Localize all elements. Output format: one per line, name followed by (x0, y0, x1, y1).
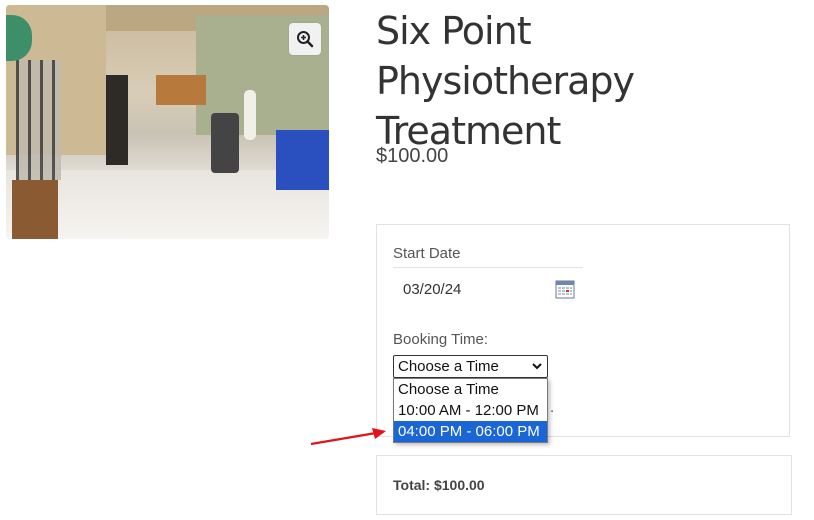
booking-time-select[interactable]: Choose a Time (393, 355, 548, 378)
booking-time-selected-value: Choose a Time (398, 358, 499, 375)
total-box: Total: $100.00 (376, 455, 792, 515)
booking-form: Start Date 03/20/24 Booking Time: Choose… (376, 224, 790, 443)
image-chair (12, 180, 58, 239)
start-date-value[interactable]: 03/20/24 (403, 281, 461, 298)
image-exercise-bike (211, 113, 239, 173)
booking-time-dropdown-list: Choose a Time 10:00 AM - 12:00 PM 04:00 … (393, 378, 548, 443)
start-date-field[interactable]: 03/20/24 (393, 267, 583, 311)
product-price: $100.00 (376, 145, 449, 167)
zoom-button[interactable] (289, 23, 321, 55)
total-text: Total: $100.00 (393, 477, 485, 493)
image-door (106, 75, 128, 165)
booking-time-label: Booking Time: (393, 331, 489, 348)
image-equipment-rack (16, 60, 61, 180)
image-cabinet (156, 75, 206, 105)
option-4pm-6pm[interactable]: 04:00 PM - 06:00 PM (394, 421, 547, 442)
chevron-down-icon (532, 363, 542, 370)
product-image (6, 5, 329, 239)
partially-hidden-text: . (550, 399, 555, 416)
option-10am-12pm[interactable]: 10:00 AM - 12:00 PM (394, 400, 547, 421)
option-choose-a-time[interactable]: Choose a Time (394, 379, 547, 400)
image-treadmill (276, 130, 329, 190)
zoom-in-icon (297, 31, 314, 48)
calendar-icon[interactable] (555, 279, 575, 299)
start-date-label: Start Date (393, 245, 461, 262)
image-skeleton-model (244, 90, 256, 140)
annotation-arrow-icon (310, 428, 386, 446)
product-title: Six Point Physiotherapy Treatment (376, 9, 635, 153)
